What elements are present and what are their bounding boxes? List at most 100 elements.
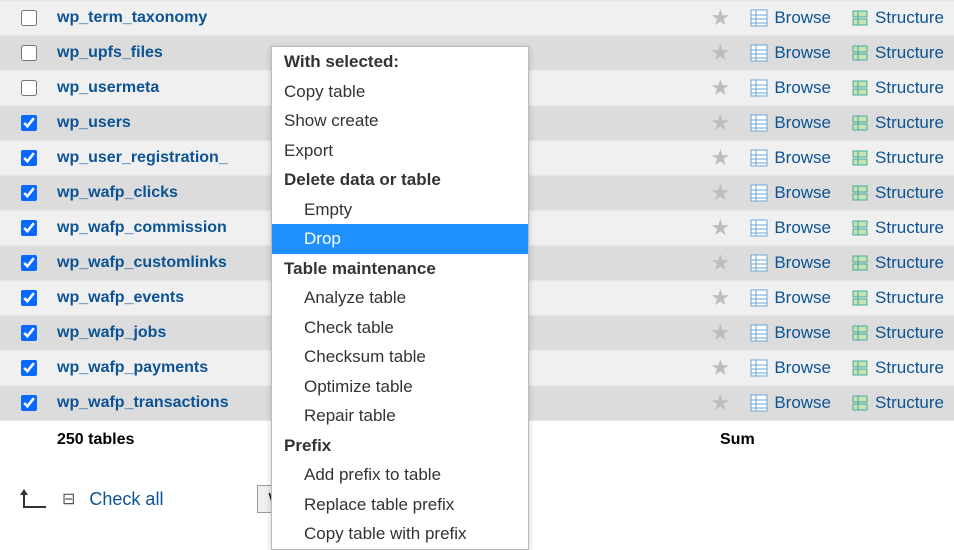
favorite-star-icon[interactable]: ★ <box>710 75 730 101</box>
structure-action[interactable]: Structure <box>841 78 954 98</box>
favorite-star-icon[interactable]: ★ <box>710 285 730 311</box>
menu-item[interactable]: Replace table prefix <box>272 490 528 520</box>
row-checkbox[interactable] <box>21 220 37 236</box>
favorite-star-icon[interactable]: ★ <box>710 215 730 241</box>
table-name-link[interactable]: wp_wafp_events <box>57 289 184 306</box>
browse-label: Browse <box>774 323 831 343</box>
menu-item[interactable]: Check table <box>272 313 528 343</box>
browse-action[interactable]: Browse <box>740 113 841 133</box>
browse-icon <box>750 394 768 412</box>
structure-icon <box>851 79 869 97</box>
collapse-icon[interactable]: ⊟ <box>62 489 75 509</box>
structure-icon <box>851 394 869 412</box>
row-checkbox[interactable] <box>21 45 37 61</box>
menu-heading: Delete data or table <box>272 165 528 195</box>
table-name-link[interactable]: wp_user_registration_ <box>57 149 228 166</box>
structure-action[interactable]: Structure <box>841 113 954 133</box>
browse-icon <box>750 184 768 202</box>
browse-icon <box>750 324 768 342</box>
row-checkbox[interactable] <box>21 185 37 201</box>
browse-action[interactable]: Browse <box>740 183 841 203</box>
row-checkbox[interactable] <box>21 290 37 306</box>
browse-label: Browse <box>774 43 831 63</box>
structure-action[interactable]: Structure <box>841 8 954 28</box>
table-name-link[interactable]: wp_wafp_transactions <box>57 394 229 411</box>
structure-label: Structure <box>875 183 944 203</box>
row-checkbox[interactable] <box>21 10 37 26</box>
row-checkbox[interactable] <box>21 115 37 131</box>
row-checkbox[interactable] <box>21 325 37 341</box>
favorite-star-icon[interactable]: ★ <box>710 5 730 31</box>
structure-icon <box>851 184 869 202</box>
menu-item[interactable]: Empty <box>272 195 528 225</box>
menu-item[interactable]: Analyze table <box>272 283 528 313</box>
favorite-star-icon[interactable]: ★ <box>710 355 730 381</box>
browse-action[interactable]: Browse <box>740 253 841 273</box>
menu-item[interactable]: Repair table <box>272 401 528 431</box>
table-name-link[interactable]: wp_wafp_jobs <box>57 324 166 341</box>
structure-label: Structure <box>875 43 944 63</box>
table-row: wp_term_taxonomy ★ Browse Structure <box>0 0 954 35</box>
structure-action[interactable]: Structure <box>841 43 954 63</box>
favorite-star-icon[interactable]: ★ <box>710 145 730 171</box>
structure-icon <box>851 149 869 167</box>
browse-icon <box>750 9 768 27</box>
browse-action[interactable]: Browse <box>740 323 841 343</box>
browse-action[interactable]: Browse <box>740 8 841 28</box>
browse-action[interactable]: Browse <box>740 43 841 63</box>
table-name-link[interactable]: wp_users <box>57 114 131 131</box>
sum-label: Sum <box>714 431 954 449</box>
row-checkbox[interactable] <box>21 80 37 96</box>
structure-action[interactable]: Structure <box>841 253 954 273</box>
table-name-link[interactable]: wp_wafp_payments <box>57 359 208 376</box>
browse-action[interactable]: Browse <box>740 288 841 308</box>
structure-action[interactable]: Structure <box>841 393 954 413</box>
structure-label: Structure <box>875 393 944 413</box>
menu-item[interactable]: Checksum table <box>272 342 528 372</box>
browse-action[interactable]: Browse <box>740 148 841 168</box>
structure-action[interactable]: Structure <box>841 148 954 168</box>
browse-action[interactable]: Browse <box>740 218 841 238</box>
structure-action[interactable]: Structure <box>841 358 954 378</box>
browse-icon <box>750 44 768 62</box>
favorite-star-icon[interactable]: ★ <box>710 320 730 346</box>
table-name-link[interactable]: wp_term_taxonomy <box>57 9 207 26</box>
menu-item[interactable]: Export <box>272 136 528 166</box>
table-name-link[interactable]: wp_usermeta <box>57 79 159 96</box>
menu-item[interactable]: Copy table with prefix <box>272 519 528 549</box>
structure-label: Structure <box>875 323 944 343</box>
structure-label: Structure <box>875 288 944 308</box>
structure-action[interactable]: Structure <box>841 323 954 343</box>
row-checkbox[interactable] <box>21 360 37 376</box>
structure-label: Structure <box>875 113 944 133</box>
table-name-link[interactable]: wp_wafp_clicks <box>57 184 178 201</box>
structure-action[interactable]: Structure <box>841 218 954 238</box>
structure-icon <box>851 289 869 307</box>
row-checkbox[interactable] <box>21 255 37 271</box>
menu-item[interactable]: Add prefix to table <box>272 460 528 490</box>
browse-action[interactable]: Browse <box>740 78 841 98</box>
row-checkbox[interactable] <box>21 395 37 411</box>
favorite-star-icon[interactable]: ★ <box>710 110 730 136</box>
browse-action[interactable]: Browse <box>740 358 841 378</box>
structure-label: Structure <box>875 253 944 273</box>
menu-item[interactable]: Copy table <box>272 77 528 107</box>
menu-item[interactable]: Show create <box>272 106 528 136</box>
menu-item[interactable]: Optimize table <box>272 372 528 402</box>
table-name-link[interactable]: wp_upfs_files <box>57 44 163 61</box>
structure-action[interactable]: Structure <box>841 183 954 203</box>
table-name-link[interactable]: wp_wafp_customlinks <box>57 254 227 271</box>
check-all-link[interactable]: Check all <box>89 489 163 510</box>
row-checkbox[interactable] <box>21 150 37 166</box>
table-name-link[interactable]: wp_wafp_commission <box>57 219 227 236</box>
menu-item[interactable]: Drop <box>272 224 528 254</box>
favorite-star-icon[interactable]: ★ <box>710 180 730 206</box>
structure-action[interactable]: Structure <box>841 288 954 308</box>
structure-icon <box>851 359 869 377</box>
structure-icon <box>851 219 869 237</box>
favorite-star-icon[interactable]: ★ <box>710 40 730 66</box>
favorite-star-icon[interactable]: ★ <box>710 390 730 416</box>
browse-action[interactable]: Browse <box>740 393 841 413</box>
favorite-star-icon[interactable]: ★ <box>710 250 730 276</box>
structure-icon <box>851 9 869 27</box>
